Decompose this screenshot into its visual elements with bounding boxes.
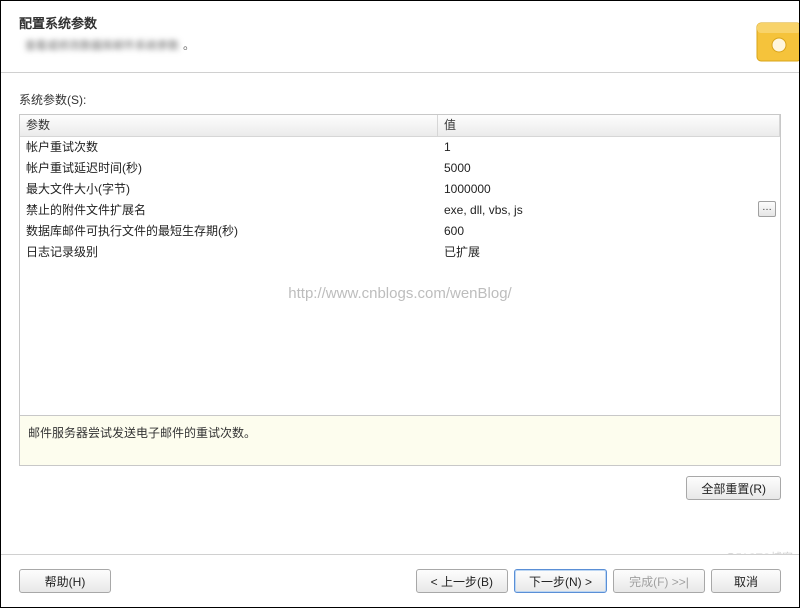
param-value-cell[interactable]: 5000: [438, 158, 780, 179]
table-row[interactable]: 帐户重试次数1: [20, 137, 780, 158]
param-name-cell: 最大文件大小(字节): [20, 179, 438, 200]
param-name-cell: 帐户重试延迟时间(秒): [20, 158, 438, 179]
param-name-cell: 数据库邮件可执行文件的最短生存期(秒): [20, 221, 438, 242]
param-name-cell: 禁止的附件文件扩展名: [20, 200, 438, 221]
param-value-cell[interactable]: 600: [438, 221, 780, 242]
param-name-cell: 帐户重试次数: [20, 137, 438, 158]
param-value-cell[interactable]: 1: [438, 137, 780, 158]
help-button[interactable]: 帮助(H): [19, 569, 111, 593]
table-row[interactable]: 数据库邮件可执行文件的最短生存期(秒)600: [20, 221, 780, 242]
back-button[interactable]: < 上一步(B): [416, 569, 508, 593]
column-header-value[interactable]: 值: [438, 115, 780, 136]
caret-icon: 。: [179, 36, 195, 53]
header-graphic-icon: [749, 17, 799, 65]
ellipsis-button[interactable]: …: [758, 201, 776, 217]
grid-body: 帐户重试次数1帐户重试延迟时间(秒)5000最大文件大小(字节)1000000禁…: [20, 137, 780, 263]
param-name-cell: 日志记录级别: [20, 242, 438, 263]
parameters-grid: 参数 值 帐户重试次数1帐户重试延迟时间(秒)5000最大文件大小(字节)100…: [19, 114, 781, 416]
table-row[interactable]: 日志记录级别已扩展: [20, 242, 780, 263]
next-button[interactable]: 下一步(N) >: [514, 569, 607, 593]
page-title: 配置系统参数: [19, 13, 781, 32]
column-header-param[interactable]: 参数: [20, 115, 438, 136]
grid-header: 参数 值: [20, 115, 780, 137]
table-row[interactable]: 最大文件大小(字节)1000000: [20, 179, 780, 200]
param-value-cell[interactable]: exe, dll, vbs, js: [438, 200, 780, 221]
page-subtitle: 查看或修改数据库邮件系统参数: [19, 40, 179, 52]
table-row[interactable]: 帐户重试延迟时间(秒)5000: [20, 158, 780, 179]
content-area: 系统参数(S): 参数 值 帐户重试次数1帐户重试延迟时间(秒)5000最大文件…: [1, 73, 799, 500]
watermark-text: http://www.cnblogs.com/wenBlog/: [20, 285, 780, 302]
param-value-cell[interactable]: 已扩展: [438, 242, 780, 263]
wizard-header: 配置系统参数 查看或修改数据库邮件系统参数。: [1, 1, 799, 73]
param-value-cell[interactable]: 1000000: [438, 179, 780, 200]
table-row[interactable]: 禁止的附件文件扩展名exe, dll, vbs, js: [20, 200, 780, 221]
description-box: 邮件服务器尝试发送电子邮件的重试次数。: [19, 416, 781, 466]
reset-all-button[interactable]: 全部重置(R): [686, 476, 781, 500]
wizard-footer: 帮助(H) < 上一步(B) 下一步(N) > 完成(F) >>| 取消: [1, 554, 799, 607]
finish-button: 完成(F) >>|: [613, 569, 705, 593]
cancel-button[interactable]: 取消: [711, 569, 781, 593]
section-label: 系统参数(S):: [19, 91, 781, 108]
